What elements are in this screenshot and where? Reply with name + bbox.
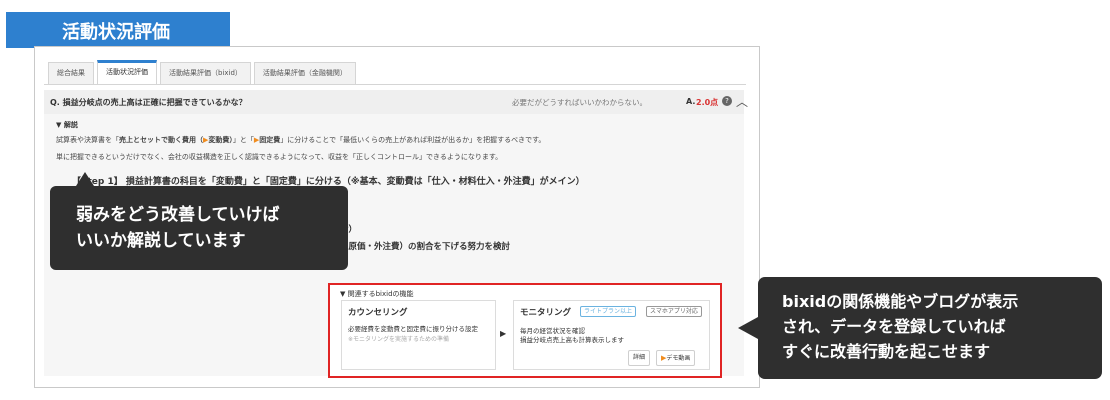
tab-overall-result[interactable]: 総合結果 — [48, 62, 94, 84]
feature-card-counseling[interactable]: カウンセリング 必要経費を変動費と固定費に振り分ける設定 ※モニタリングを実施す… — [341, 300, 496, 370]
page-title: 活動状況評価 — [6, 12, 230, 48]
chevron-up-icon[interactable]: ︿ — [736, 93, 748, 110]
tab-result-bank[interactable]: 活動結果評価（金融機関） — [253, 62, 356, 84]
card-note: ※モニタリングを実施するための準備 — [348, 336, 450, 343]
score-value: 2.0点 — [696, 98, 719, 107]
card-description: 必要経費を変動費と固定費に振り分ける設定 — [348, 325, 478, 333]
card-description-2: 損益分岐点売上高も計算表示します — [520, 336, 624, 344]
feature-card-monitoring[interactable]: モニタリング ライトプラン以上 スマホアプリ対応 毎月の経営状況を確認 損益分岐… — [513, 300, 710, 370]
card-title: カウンセリング — [348, 308, 408, 318]
detail-button[interactable]: 詳細 — [628, 350, 651, 366]
callout-pointer — [738, 317, 758, 339]
explanation-line-2: 単に把握できるというだけでなく、会社の収益構造を正しく認識できるようになって、収… — [56, 153, 503, 161]
screenshot-root: 活動状況評価 総合結果 活動状況評価 活動結果評価（bixid） 活動結果評価（… — [0, 0, 1110, 400]
step-fragment-2: 入原価・外注費）の割合を下げる努力を検討 — [340, 242, 511, 252]
tab-divider — [44, 84, 746, 85]
tab-result-bixid[interactable]: 活動結果評価（bixid） — [160, 62, 251, 84]
explanation-toggle[interactable]: ▼ 解説 — [56, 120, 78, 130]
question-text: Q. 損益分岐点の売上高は正確に把握できているかな？ — [50, 98, 247, 107]
plan-badge: ライトプラン以上 — [580, 306, 637, 317]
tab-activity-status[interactable]: 活動状況評価 — [97, 60, 157, 84]
related-features-box: ▼ 関連するbixidの機能 カウンセリング 必要経費を変動費と固定費に振り分け… — [328, 283, 722, 378]
arrow-right-icon: ▶ — [500, 329, 507, 338]
related-features-header: ▼ 関連するbixidの機能 — [340, 290, 414, 298]
callout-related-features: bixidの関係機能やブログが表示 され、データを登録していれば すぐに改善行動… — [738, 277, 1102, 379]
answer-hint: 必要だがどうすればいいかわからない。 — [512, 98, 647, 107]
tab-bar: 総合結果 活動状況評価 活動結果評価（bixid） 活動結果評価（金融機関） — [48, 60, 359, 84]
card-title: モニタリング — [520, 308, 572, 318]
question-bar[interactable]: Q. 損益分岐点の売上高は正確に把握できているかな？ 必要だがどうすればいいかわ… — [44, 90, 748, 114]
explanation-line-1: 試算表や決算書を「売上とセットで動く費用（▶変動費）」と「▶固定費」に分けること… — [56, 136, 546, 144]
demo-video-button[interactable]: ▶ デモ動画 — [656, 350, 696, 366]
app-badge: スマホアプリ対応 — [646, 306, 702, 317]
question-circle-icon[interactable]: ? — [722, 96, 732, 106]
callout-pointer — [76, 172, 94, 186]
callout-explanation: 弱みをどう改善していけば いいか解説しています — [50, 172, 348, 270]
answer-label: A. — [686, 97, 696, 106]
